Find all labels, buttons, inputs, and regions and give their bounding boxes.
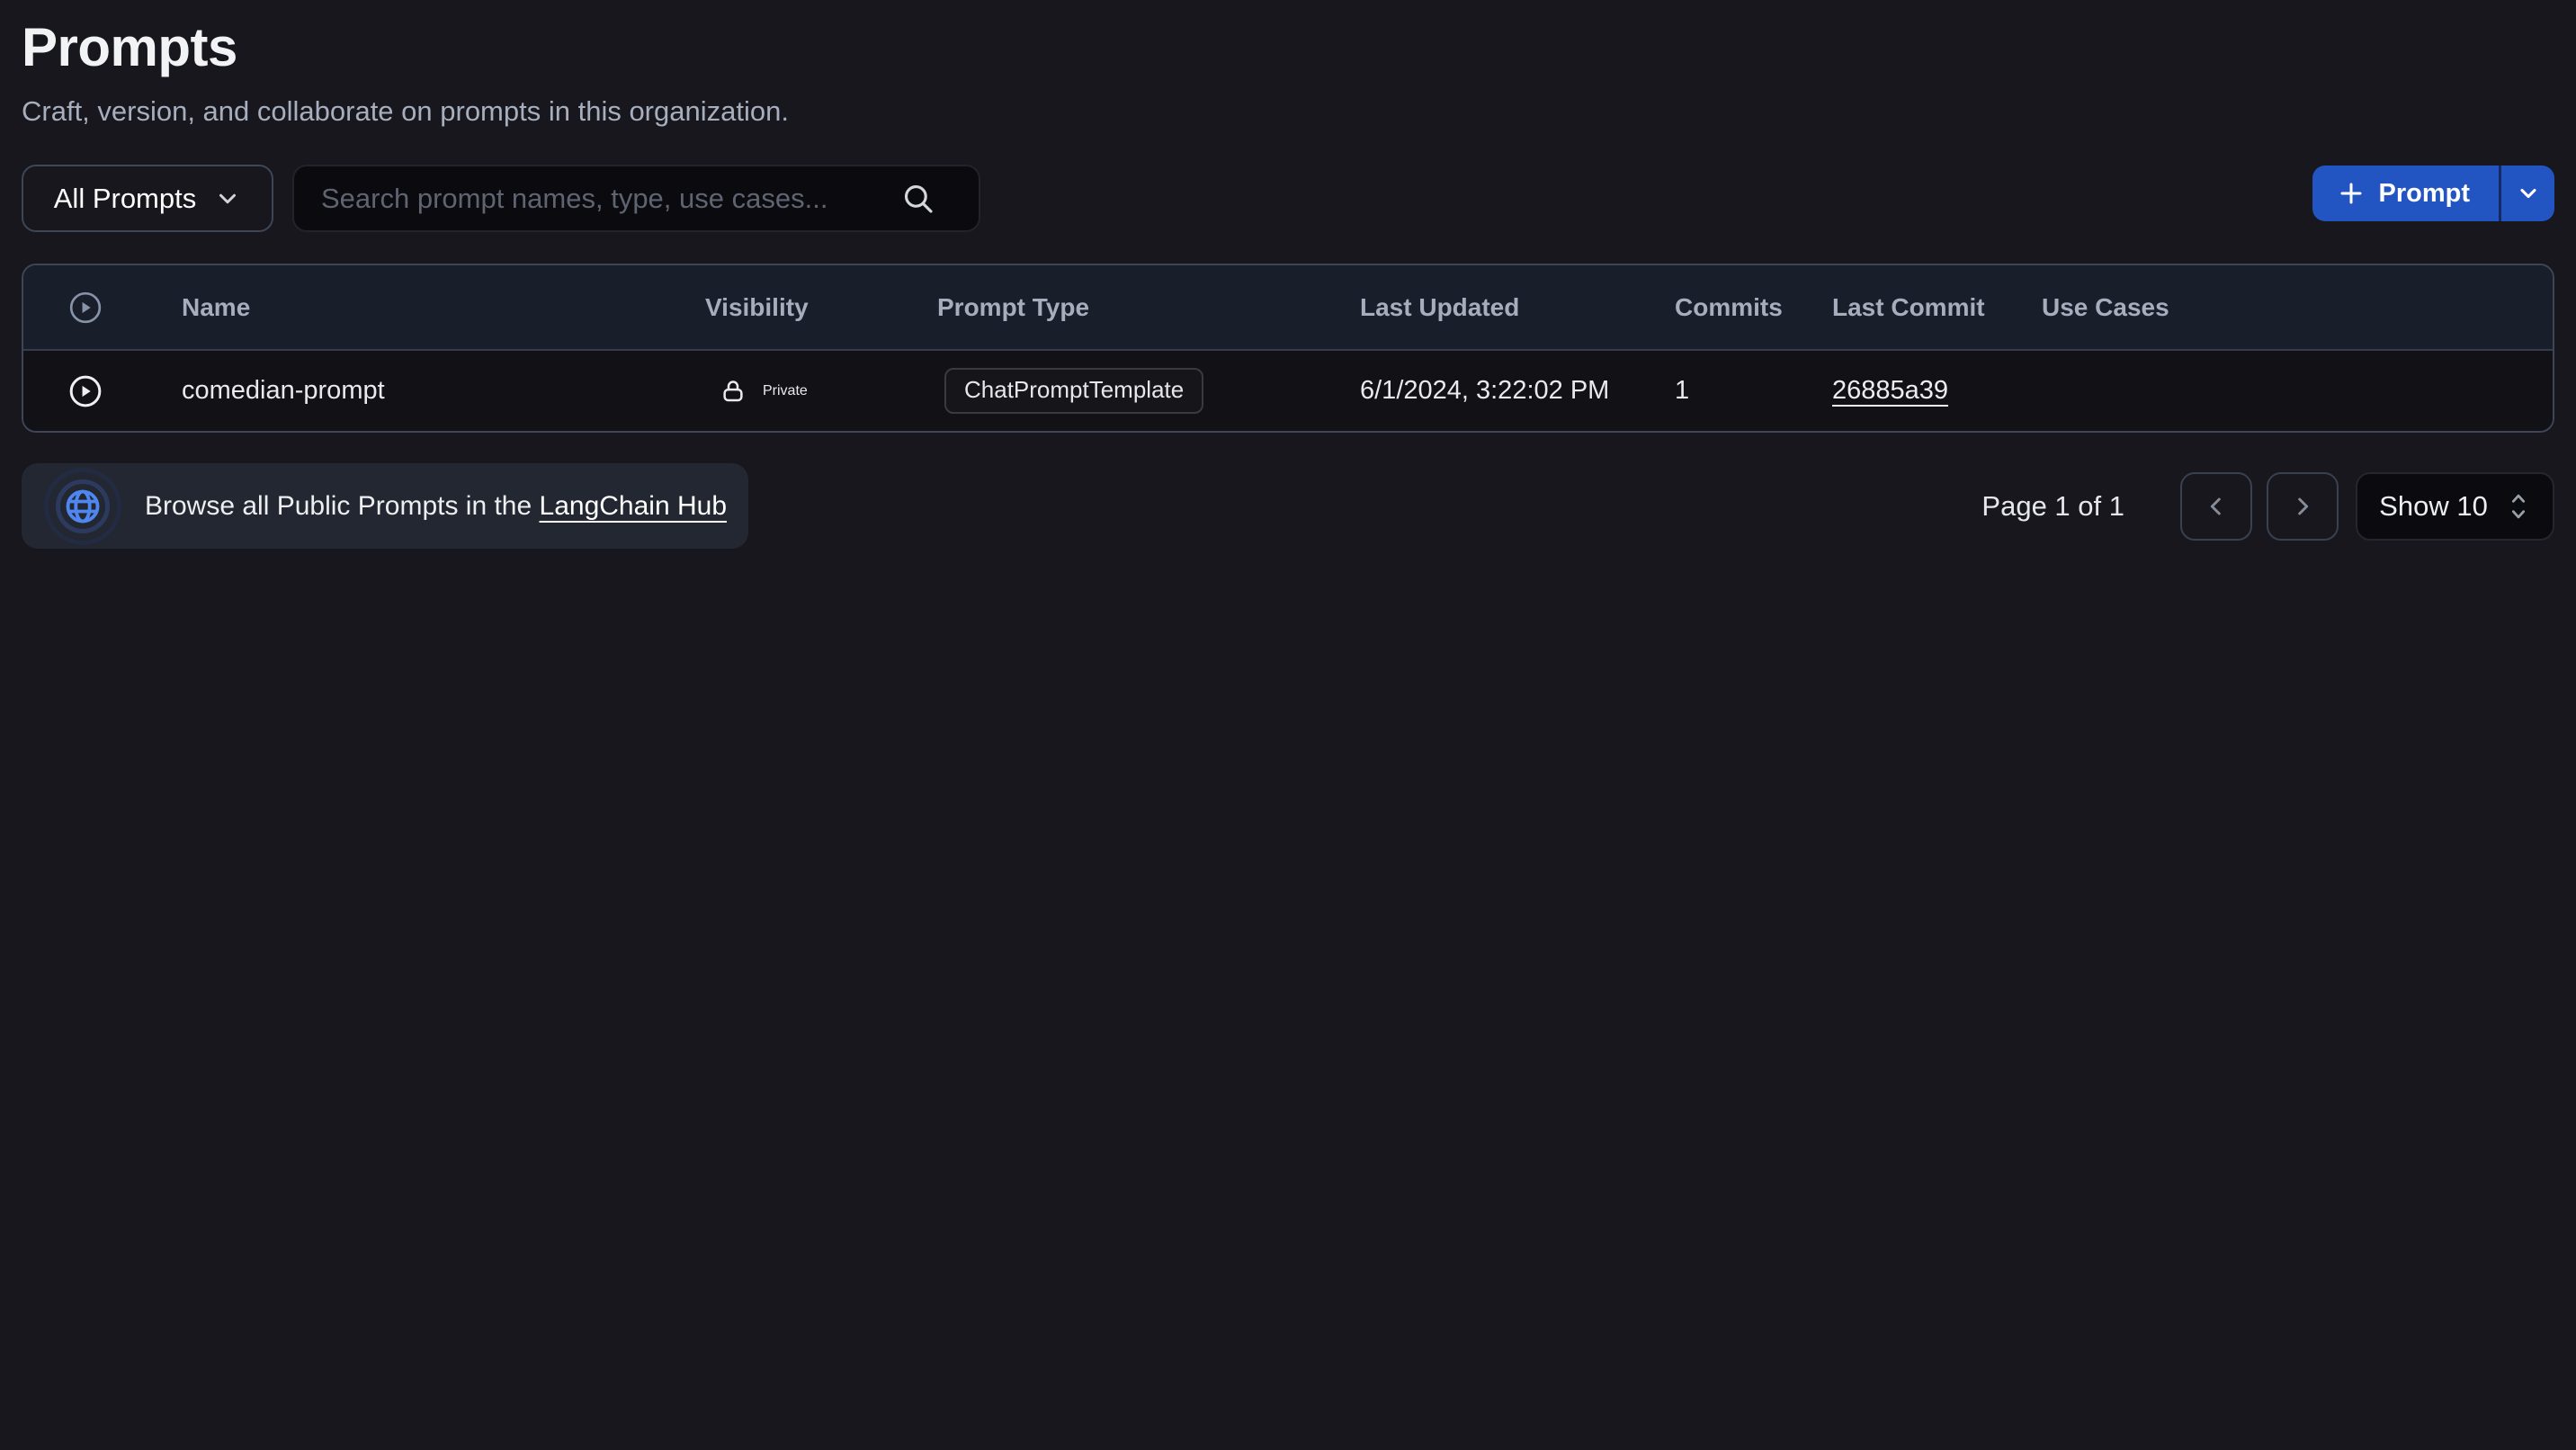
visibility-cell: Private [705, 378, 937, 405]
toolbar: All Prompts Prompt [22, 165, 2554, 232]
column-header-commits: Commits [1675, 293, 1832, 322]
chevron-right-icon [2288, 492, 2317, 521]
page-subtitle: Craft, version, and collaborate on promp… [22, 95, 789, 128]
play-circle-icon [68, 374, 103, 408]
globe-icon [44, 468, 121, 545]
hub-banner: Browse all Public Prompts in the LangCha… [22, 463, 748, 549]
search-input[interactable] [294, 183, 899, 215]
column-header-visibility: Visibility [705, 293, 937, 322]
hub-banner-prefix: Browse all Public Prompts in the [145, 491, 540, 521]
chevron-left-icon [2202, 492, 2231, 521]
open-in-playground-button[interactable] [68, 374, 103, 408]
next-page-button[interactable] [2267, 472, 2339, 541]
up-down-stepper-icon [2506, 491, 2531, 522]
table-row[interactable]: comedian-prompt Private ChatPromptTempla… [23, 351, 2553, 431]
last-commit-cell: 26885a39 [1832, 376, 2042, 406]
prompts-filter-dropdown[interactable]: All Prompts [22, 165, 273, 232]
new-prompt-menu-button[interactable] [2499, 166, 2554, 221]
hub-banner-text: Browse all Public Prompts in the LangCha… [145, 491, 727, 522]
last-updated-cell: 6/1/2024, 3:22:02 PM [1360, 376, 1675, 406]
chevron-down-icon [214, 185, 241, 212]
page-size-select[interactable]: Show 10 [2356, 472, 2554, 541]
column-header-use-cases: Use Cases [2042, 293, 2553, 322]
lock-icon [720, 378, 747, 405]
prompts-table: Name Visibility Prompt Type Last Updated… [22, 264, 2554, 433]
column-header-prompt-type: Prompt Type [937, 293, 1360, 322]
prompts-filter-label: All Prompts [54, 183, 196, 215]
search-icon [899, 180, 937, 218]
visibility-label: Private [763, 383, 808, 399]
column-header-last-commit: Last Commit [1832, 293, 2042, 322]
page-status: Page 1 of 1 [1981, 490, 2124, 523]
new-prompt-button[interactable]: Prompt [2312, 166, 2500, 221]
pagination: Page 1 of 1 Show 10 [1981, 463, 2554, 549]
new-prompt-label: Prompt [2379, 179, 2471, 209]
last-commit-link[interactable]: 26885a39 [1832, 376, 1948, 405]
plus-icon [2338, 180, 2365, 207]
column-header-last-updated: Last Updated [1360, 293, 1675, 322]
commits-cell: 1 [1675, 376, 1832, 406]
chevron-down-icon [2516, 181, 2541, 206]
prompt-name: comedian-prompt [182, 376, 705, 406]
prev-page-button[interactable] [2180, 472, 2252, 541]
prompts-page: Prompts Craft, version, and collaborate … [0, 0, 2576, 1450]
column-header-name: Name [182, 293, 705, 322]
search-box [292, 165, 980, 232]
new-prompt-split-button: Prompt [2312, 166, 2555, 221]
prompt-type-badge: ChatPromptTemplate [944, 368, 1203, 414]
page-title: Prompts [22, 16, 237, 78]
prompt-type-cell: ChatPromptTemplate [937, 368, 1360, 414]
page-size-label: Show 10 [2379, 490, 2488, 523]
play-circle-icon [23, 291, 182, 325]
table-header-row: Name Visibility Prompt Type Last Updated… [23, 265, 2553, 351]
langchain-hub-link[interactable]: LangChain Hub [540, 491, 728, 521]
